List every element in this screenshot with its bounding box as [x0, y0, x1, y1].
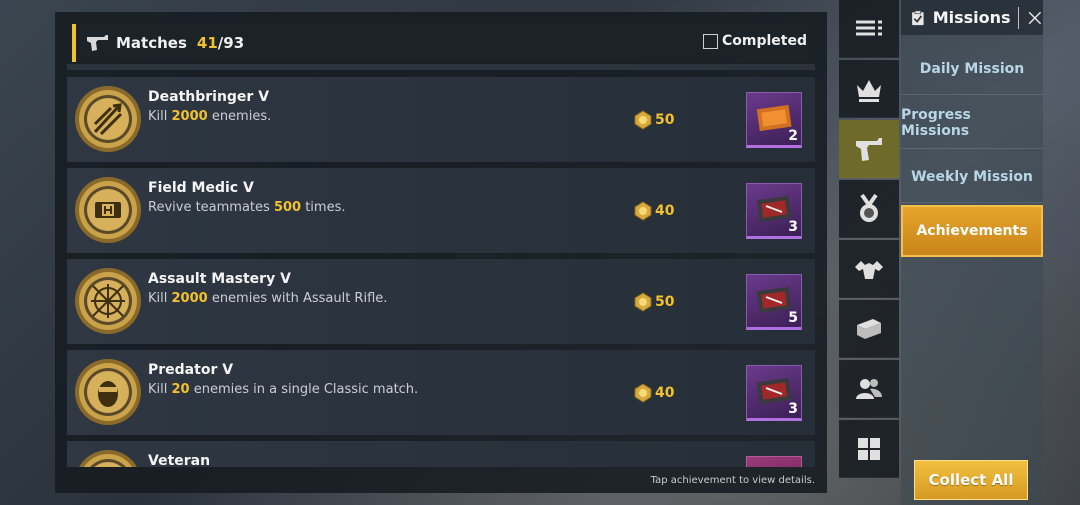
crate-icon [756, 195, 792, 222]
achievement-title: Veteran [148, 453, 211, 467]
pistol-icon [87, 35, 108, 51]
points-value: 40 [655, 385, 675, 401]
reward-item[interactable]: 5 [746, 274, 802, 330]
category-all[interactable] [839, 0, 899, 58]
category-bar [839, 0, 899, 505]
matches-header: Matches 41 /93 Completed [72, 24, 812, 62]
category-weapons[interactable] [839, 300, 899, 358]
category-strength[interactable] [839, 240, 899, 298]
assault-mastery-medal-icon [75, 268, 141, 334]
matches-label: Matches [116, 34, 187, 52]
predator-medal-icon [75, 359, 141, 425]
achievement-row[interactable]: Predator V Kill 20 enemies in a single C… [67, 350, 815, 435]
friends-icon [856, 378, 882, 399]
divider [67, 64, 815, 70]
reward-item[interactable]: 3 [746, 365, 802, 421]
achievement-desc: Kill 2000 enemies with Assault Rifle. [148, 291, 387, 306]
reward-item[interactable] [746, 456, 802, 467]
desc-text: Kill [148, 291, 172, 306]
desc-text: Kill [148, 382, 172, 397]
achievement-points: 40 [633, 201, 674, 221]
reward-quantity: 3 [788, 401, 798, 417]
achievement-list[interactable]: Deathbringer V Kill 2000 enemies. 50 2 F… [67, 77, 815, 467]
completed-toggle[interactable]: Completed [702, 33, 807, 49]
category-honor[interactable] [839, 60, 899, 118]
achievement-points: 40 [633, 383, 674, 403]
achievement-desc: Kill 2000 enemies. [148, 109, 271, 124]
missions-header: Missions [901, 0, 1043, 35]
achievement-desc: Revive teammates 500 times. [148, 200, 346, 215]
clipboard-check-icon [912, 9, 924, 25]
deathbringer-medal-icon [75, 86, 141, 152]
nav-weekly-mission[interactable]: Weekly Mission [901, 151, 1043, 203]
reward-item[interactable]: 3 [746, 183, 802, 239]
veteran-medal-icon [79, 450, 137, 467]
muscle-icon [855, 260, 883, 279]
matches-total: /93 [217, 34, 245, 52]
category-matches[interactable] [839, 120, 899, 178]
desc-target: 500 [273, 200, 302, 215]
category-medals[interactable] [839, 180, 899, 238]
achievement-points: 50 [633, 292, 674, 312]
pistol-icon [856, 137, 882, 161]
achievement-title: Predator V [148, 362, 234, 378]
nav-progress-missions[interactable]: Progress Missions [901, 97, 1043, 149]
close-icon[interactable] [1027, 7, 1043, 29]
achievement-row[interactable]: Deathbringer V Kill 2000 enemies. 50 2 [67, 77, 815, 162]
points-value: 50 [655, 294, 675, 310]
desc-text: Revive teammates [148, 200, 274, 215]
category-social[interactable] [839, 360, 899, 418]
reward-quantity: 3 [788, 219, 798, 235]
reward-item[interactable]: 2 [746, 92, 802, 148]
achievement-row[interactable]: Field Medic V Revive teammates 500 times… [67, 168, 815, 253]
achievement-points: 50 [633, 110, 674, 130]
crown-icon [857, 79, 881, 102]
desc-text: enemies in a single Classic match. [189, 382, 419, 397]
grid-icon [858, 437, 880, 460]
points-icon [634, 110, 652, 130]
achievements-panel: Matches 41 /93 Completed Deathbringer V … [55, 12, 827, 493]
crate-icon [756, 286, 792, 313]
footer-hint: Tap achievement to view details. [650, 475, 815, 486]
points-value: 40 [655, 203, 675, 219]
points-icon [634, 201, 652, 221]
achievement-title: Deathbringer V [148, 89, 270, 105]
list-icon [856, 20, 882, 35]
missions-nav: Missions Daily Mission Progress Missions… [901, 0, 1043, 505]
reward-quantity: 5 [788, 310, 798, 326]
desc-target: 2000 [171, 109, 208, 124]
nav-achievements[interactable]: Achievements [901, 205, 1043, 257]
desc-text: times. [301, 200, 346, 215]
points-icon [634, 383, 652, 403]
achievement-title: Field Medic V [148, 180, 254, 196]
category-general[interactable] [839, 420, 899, 478]
matches-count: 41 [196, 34, 218, 52]
desc-text: enemies with Assault Rifle. [207, 291, 388, 306]
desc-text: enemies. [207, 109, 272, 124]
desc-target: 20 [171, 382, 190, 397]
achievement-row[interactable]: Veteran [67, 441, 815, 467]
achievement-row[interactable]: Assault Mastery V Kill 2000 enemies with… [67, 259, 815, 344]
missions-title: Missions [932, 8, 1011, 27]
achievement-desc: Kill 20 enemies in a single Classic matc… [148, 382, 418, 397]
medal-icon [860, 193, 878, 222]
collect-all-button[interactable]: Collect All [914, 460, 1028, 500]
achievement-title: Assault Mastery V [148, 271, 291, 287]
points-icon [634, 292, 652, 312]
weapon-crate-icon [857, 318, 881, 339]
crate-icon [756, 104, 792, 131]
desc-text: Kill [148, 109, 172, 124]
reward-quantity: 2 [788, 128, 798, 144]
crate-icon [756, 377, 792, 404]
desc-target: 2000 [171, 291, 208, 306]
completed-checkbox[interactable] [702, 33, 718, 49]
separator [1017, 6, 1019, 29]
field-medic-medal-icon [75, 177, 141, 243]
nav-daily-mission[interactable]: Daily Mission [901, 43, 1043, 95]
completed-label: Completed [721, 33, 807, 49]
points-value: 50 [655, 112, 675, 128]
